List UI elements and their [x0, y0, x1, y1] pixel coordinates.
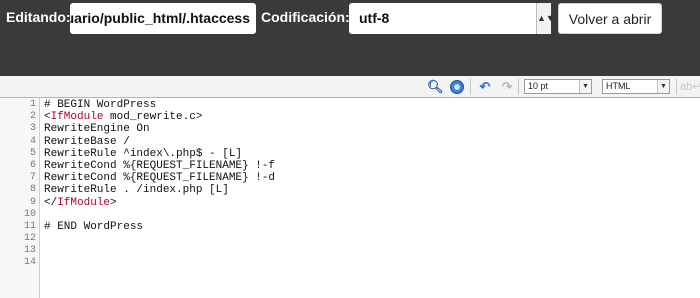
line-code: RewriteRule ^index\.php$ - [L] [44, 148, 242, 160]
line-number: 4 [29, 135, 36, 147]
code-token: mod_rewrite.c> [103, 111, 203, 124]
reopen-button[interactable]: Volver a abrir [558, 3, 662, 34]
chevron-down-icon: ▼ [579, 80, 591, 93]
line-number: 12 [23, 233, 36, 245]
line-code: </IfModule> [44, 197, 117, 209]
code-token: RewriteRule . /index.php [L] [44, 184, 229, 197]
code-token: </ [44, 196, 58, 209]
code-token: # END WordPress [44, 220, 144, 233]
line-number: 1 [29, 99, 36, 110]
code-token: RewriteCond %{REQUEST_FILENAME} !-f [44, 159, 276, 172]
code-line[interactable]: 6 RewriteCond %{REQUEST_FILENAME} !-f [0, 160, 700, 172]
goto-line-icon[interactable] [450, 80, 464, 94]
line-code: RewriteCond %{REQUEST_FILENAME} !-d [44, 172, 275, 184]
chevron-down-icon: ▼ [657, 80, 669, 93]
code-line[interactable]: 7 RewriteCond %{REQUEST_FILENAME} !-d [0, 172, 700, 184]
undo-icon[interactable]: ↶ [478, 79, 492, 95]
encoding-select[interactable]: utf-8 ▲▼ [349, 3, 555, 34]
line-code: # BEGIN WordPress [44, 99, 156, 111]
font-size-select[interactable]: 10 pt ▼ [524, 79, 592, 94]
font-size-value: 10 pt [528, 81, 549, 91]
toolbar-divider [470, 79, 471, 95]
code-token: < [44, 111, 51, 124]
redo-icon[interactable]: ↷ [500, 79, 514, 95]
line-code: RewriteRule . /index.php [L] [44, 184, 229, 196]
word-wrap-icon[interactable]: ab↵ [680, 79, 700, 95]
line-code: <IfModule mod_rewrite.c> [44, 111, 202, 123]
line-number: 3 [29, 123, 36, 135]
code-line[interactable]: 4 RewriteBase / [0, 136, 700, 148]
file-path-field[interactable]: /home/usuario/public_html/.htaccess [70, 3, 256, 34]
code-editor[interactable]: 1 # BEGIN WordPress 2 <IfModule mod_rewrite… [0, 98, 700, 298]
line-number: 2 [29, 111, 36, 123]
tag-name-token: IfModule [50, 111, 104, 124]
code-line[interactable]: 2 <IfModule mod_rewrite.c> [0, 111, 700, 123]
encoding-label: Codificación: [261, 9, 350, 25]
code-line[interactable]: 11 # END WordPress [0, 221, 700, 233]
line-number: 11 [23, 220, 36, 232]
line-number: 10 [23, 208, 36, 220]
code-line[interactable]: 12 [0, 233, 700, 245]
code-token: RewriteRule ^index\.php$ - [L] [44, 147, 243, 160]
code-token: RewriteBase / [44, 135, 130, 148]
code-text-area[interactable]: 1 # BEGIN WordPress 2 <IfModule mod_rewrite… [0, 98, 700, 270]
code-line[interactable]: 8 RewriteRule . /index.php [L] [0, 184, 700, 196]
line-number: 5 [29, 147, 36, 159]
editing-label: Editando: [6, 9, 71, 25]
code-line[interactable]: 5 RewriteRule ^index\.php$ - [L] [0, 148, 700, 160]
chevron-updown-icon: ▲▼ [536, 3, 555, 34]
line-code: RewriteBase / [44, 136, 130, 148]
encoding-value: utf-8 [359, 10, 390, 26]
code-token: # BEGIN WordPress [44, 99, 157, 111]
line-code: # END WordPress [44, 221, 143, 233]
line-number: 14 [23, 257, 36, 269]
editor-header-bar: Editando: /home/usuario/public_html/.hta… [0, 0, 700, 76]
editor-toolbar: 🔍︎ ↶ ↷ 10 pt ▼ HTML ▼ ab↵ [0, 76, 700, 98]
line-number: 13 [23, 245, 36, 257]
search-icon[interactable]: 🔍︎ [427, 79, 444, 95]
code-token: > [110, 196, 117, 209]
line-number: 8 [29, 184, 36, 196]
code-token: RewriteCond %{REQUEST_FILENAME} !-d [44, 172, 276, 185]
toolbar-divider [518, 79, 519, 95]
code-token: RewriteEngine On [44, 123, 150, 136]
code-line[interactable]: 1 # BEGIN WordPress [0, 99, 700, 111]
toolbar-divider [676, 79, 677, 95]
file-path-text: /home/usuario/public_html/.htaccess [70, 10, 250, 26]
syntax-value: HTML [606, 81, 631, 91]
line-code: RewriteEngine On [44, 123, 150, 135]
line-number: 9 [29, 196, 36, 208]
syntax-select[interactable]: HTML ▼ [602, 79, 670, 94]
code-line[interactable]: 9 </IfModule> [0, 197, 700, 209]
line-code: RewriteCond %{REQUEST_FILENAME} !-f [44, 160, 275, 172]
code-line[interactable]: 3 RewriteEngine On [0, 123, 700, 135]
line-number: 7 [29, 172, 36, 184]
tag-name-token: IfModule [57, 196, 111, 209]
line-number: 6 [29, 159, 36, 171]
code-line[interactable]: 13 [0, 245, 700, 257]
code-line[interactable]: 10 [0, 209, 700, 221]
code-line[interactable]: 14 [0, 257, 700, 269]
